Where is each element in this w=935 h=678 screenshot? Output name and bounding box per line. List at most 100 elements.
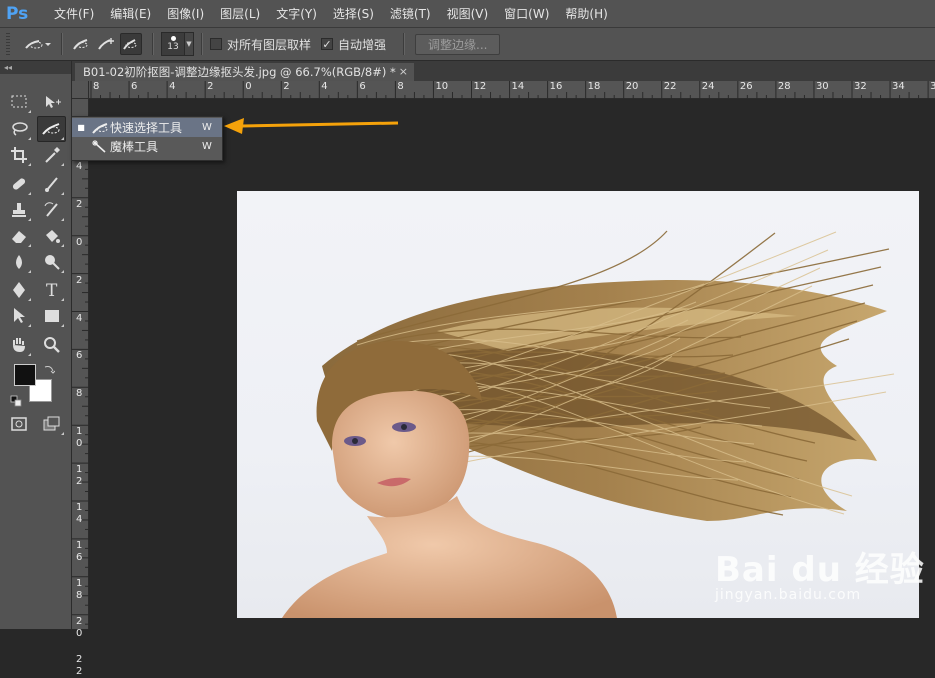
screen-mode-button[interactable]	[39, 412, 65, 436]
paint-bucket-tool[interactable]	[39, 224, 65, 248]
menu-filter[interactable]: 滤镜(T)	[382, 5, 439, 22]
crop-icon	[11, 147, 27, 163]
brush-picker-dropdown[interactable]: ▼	[185, 32, 194, 56]
hand-icon	[13, 338, 25, 352]
pen-icon	[13, 282, 25, 298]
flyout-item-quick-selection[interactable]: ■ 快速选择工具 W	[72, 118, 222, 137]
ruler-label: 26	[739, 81, 753, 92]
menu-type[interactable]: 文字(Y)	[268, 5, 325, 22]
zoom-tool[interactable]	[39, 333, 65, 357]
brush-tool[interactable]	[39, 172, 65, 196]
menu-file[interactable]: 文件(F)	[46, 5, 102, 22]
tool-preset-picker[interactable]	[20, 32, 54, 56]
tools-panel-collapse[interactable]: ◂◂	[0, 61, 71, 74]
menu-view[interactable]: 视图(V)	[439, 5, 497, 22]
move-icon	[46, 96, 61, 108]
dodge-icon	[45, 255, 60, 270]
eyedropper-tool[interactable]	[39, 143, 65, 167]
blur-tool[interactable]	[6, 250, 32, 274]
ruler-label: 22	[663, 81, 677, 92]
quick-selection-icon	[90, 120, 110, 136]
auto-enhance-checkbox[interactable]: ✓	[321, 38, 334, 50]
swap-colors-icon[interactable]	[43, 360, 56, 379]
ruler-label: 8	[93, 81, 100, 92]
type-tool[interactable]: T	[39, 278, 65, 302]
horizontal-ruler[interactable]: 8642024681012141618202224262830323436	[89, 81, 935, 99]
eraser-tool[interactable]	[6, 224, 32, 248]
ruler-label: 10	[435, 81, 449, 92]
document-tab-bar: B01-02初阶抠图-调整边缘抠头发.jpg @ 66.7%(RGB/8#) *…	[72, 61, 935, 81]
add-to-selection-button[interactable]	[95, 33, 117, 55]
ruler-label: 20	[625, 81, 639, 92]
ruler-origin[interactable]	[72, 81, 89, 99]
ruler-label: 6	[131, 81, 138, 92]
vertical-ruler[interactable]: 642024681 01 21 41 61 82 02 2	[72, 99, 89, 677]
menu-window[interactable]: 窗口(W)	[496, 5, 557, 22]
ruler-label: 4	[321, 81, 328, 92]
auto-enhance-label: 自动增强	[338, 37, 387, 52]
close-icon[interactable]: ×	[399, 65, 408, 78]
ruler-label: 8	[397, 81, 404, 92]
options-bar: 13 ▼ 对所有图层取样 ✓ 自动增强 调整边缘...	[0, 28, 935, 61]
clone-stamp-tool[interactable]	[6, 198, 32, 222]
flyout-item-shortcut: W	[202, 141, 212, 152]
sample-all-layers-label: 对所有图层取样	[227, 37, 312, 52]
options-bar-grip[interactable]	[6, 33, 10, 55]
ruler-label: 34	[892, 81, 905, 92]
magnifier-icon	[44, 337, 60, 353]
rectangle-tool[interactable]	[39, 304, 65, 328]
healing-brush-tool[interactable]	[6, 172, 32, 196]
new-selection-button[interactable]	[70, 33, 92, 55]
foreground-color-swatch[interactable]	[14, 364, 36, 386]
ruler-label: 12	[473, 81, 487, 92]
path-selection-arrow-icon	[14, 308, 25, 323]
crop-tool[interactable]	[6, 143, 32, 167]
baidu-jingyan-watermark: Bai du 经验 jingyan.baidu.com	[715, 542, 925, 603]
ruler-label: 4	[169, 81, 176, 92]
stamp-icon	[12, 203, 26, 217]
default-colors-icon[interactable]	[10, 392, 22, 411]
watermark-brand: Bai du 经验	[715, 550, 925, 590]
path-selection-tool[interactable]	[6, 304, 32, 328]
separator	[61, 33, 63, 55]
menu-image[interactable]: 图像(I)	[159, 5, 212, 22]
paint-bucket-icon	[46, 230, 60, 243]
marquee-tool[interactable]	[6, 90, 32, 114]
pen-tool[interactable]	[6, 278, 32, 302]
eraser-icon	[12, 231, 26, 243]
refine-edge-button[interactable]: 调整边缘...	[415, 33, 501, 55]
annotation-arrow-icon	[224, 118, 399, 134]
brush-subtract-icon	[123, 39, 137, 50]
menu-layer[interactable]: 图层(L)	[212, 5, 268, 22]
move-tool[interactable]	[39, 90, 65, 114]
document-tab[interactable]: B01-02初阶抠图-调整边缘抠头发.jpg @ 66.7%(RGB/8#) *…	[75, 63, 414, 81]
flyout-item-magic-wand[interactable]: 魔棒工具 W	[72, 137, 222, 156]
quick-mask-button[interactable]	[6, 412, 32, 436]
document-tab-title: B01-02初阶抠图-调整边缘抠头发.jpg @ 66.7%(RGB/8#) *	[83, 65, 396, 79]
subtract-from-selection-button[interactable]	[120, 33, 142, 55]
ruler-label: 32	[854, 81, 867, 92]
menu-help[interactable]: 帮助(H)	[557, 5, 615, 22]
lasso-tool[interactable]	[6, 117, 32, 141]
sample-all-layers-checkbox[interactable]	[210, 38, 222, 50]
quick-selection-icon	[41, 123, 59, 135]
history-brush-tool[interactable]	[39, 198, 65, 222]
lasso-icon	[12, 122, 28, 136]
ruler-label: 0	[245, 81, 252, 92]
quick-selection-tool[interactable]	[37, 116, 66, 142]
ruler-label: 18	[587, 81, 601, 92]
separator	[201, 33, 203, 55]
ruler-label: 2	[76, 198, 83, 210]
magic-wand-icon	[90, 139, 110, 155]
menu-bar: Ps 文件(F) 编辑(E) 图像(I) 图层(L) 文字(Y) 选择(S) 滤…	[0, 0, 935, 28]
menu-select[interactable]: 选择(S)	[325, 5, 382, 22]
dodge-tool[interactable]	[39, 250, 65, 274]
tool-flyout-menu: ■ 快速选择工具 W 魔棒工具 W	[71, 116, 223, 161]
menu-edit[interactable]: 编辑(E)	[102, 5, 159, 22]
ruler-label: 1 8	[76, 577, 83, 601]
ruler-label: 2	[76, 274, 83, 286]
hand-tool[interactable]	[6, 333, 32, 357]
ruler-label: 6	[359, 81, 366, 92]
brush-size-picker[interactable]: 13	[161, 32, 185, 56]
ruler-label: 2 2	[76, 653, 83, 677]
